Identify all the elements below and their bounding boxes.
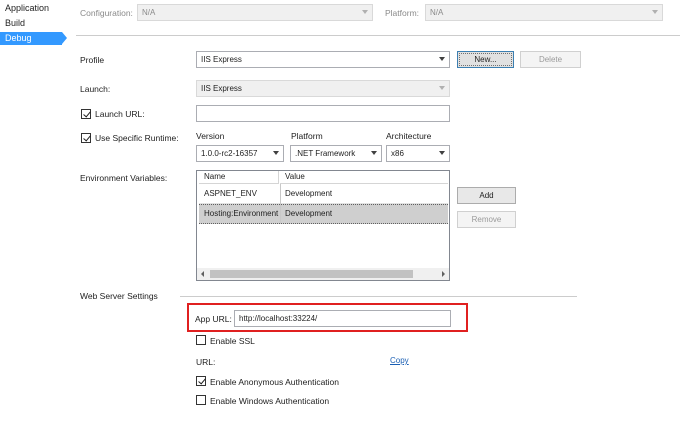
configuration-label: Configuration:: [80, 8, 133, 18]
chevron-down-icon: [439, 57, 445, 61]
app-url-label: App URL:: [195, 314, 232, 324]
version-header: Version: [196, 131, 225, 141]
nav-item-debug[interactable]: Debug: [0, 32, 62, 45]
chevron-down-icon: [652, 10, 658, 14]
web-server-divider: [180, 296, 577, 297]
column-header-name[interactable]: Name: [199, 171, 279, 184]
table-row-value[interactable]: Development: [280, 204, 448, 224]
launch-url-checkbox[interactable]: [81, 109, 91, 119]
enable-ssl-checkbox[interactable]: [196, 335, 206, 345]
launch-label: Launch:: [80, 84, 111, 94]
architecture-header: Architecture: [386, 131, 432, 141]
platform-select[interactable]: N/A: [425, 4, 663, 21]
configuration-select[interactable]: N/A: [137, 4, 373, 21]
environment-variables-label: Environment Variables:: [80, 173, 168, 183]
version-select[interactable]: 1.0.0-rc2-16357: [196, 145, 284, 162]
version-value: 1.0.0-rc2-16357: [201, 149, 258, 158]
checkmark-icon: [197, 376, 206, 385]
web-server-settings-label: Web Server Settings: [80, 291, 158, 301]
launch-value: IIS Express: [201, 84, 242, 93]
checkmark-icon: [82, 109, 91, 118]
architecture-value: x86: [391, 149, 404, 158]
remove-env-var-button[interactable]: Remove: [457, 211, 516, 228]
table-row-name[interactable]: ASPNET_ENV: [199, 184, 280, 204]
scroll-right-icon[interactable]: [442, 271, 445, 277]
profile-label: Profile: [80, 55, 105, 65]
column-header-value[interactable]: Value: [280, 171, 448, 184]
app-url-input[interactable]: http://localhost:33224/: [234, 310, 451, 327]
add-env-var-button[interactable]: Add: [457, 187, 516, 204]
nav-item-build[interactable]: Build: [0, 17, 64, 30]
nav-item-application[interactable]: Application: [0, 2, 64, 15]
architecture-select[interactable]: x86: [386, 145, 450, 162]
configuration-value: N/A: [142, 8, 156, 17]
environment-variables-grid[interactable]: Name Value ASPNET_ENV Development Hostin…: [196, 170, 450, 281]
table-row-name[interactable]: Hosting:Environment: [199, 204, 280, 224]
copy-url-link[interactable]: Copy: [390, 356, 409, 365]
chevron-down-icon: [362, 10, 368, 14]
checkmark-icon: [82, 133, 91, 142]
chevron-down-icon: [371, 151, 377, 155]
column-separator: [280, 184, 281, 224]
profile-select[interactable]: IIS Express: [196, 51, 450, 68]
anonymous-auth-label: Enable Anonymous Authentication: [210, 377, 340, 387]
ssl-url-label: URL:: [196, 357, 216, 367]
windows-auth-label: Enable Windows Authentication: [210, 396, 330, 406]
platform-label: Platform:: [385, 8, 420, 18]
profile-value: IIS Express: [201, 55, 242, 64]
header-divider: [76, 35, 680, 36]
delete-profile-button[interactable]: Delete: [520, 51, 581, 68]
horizontal-scrollbar[interactable]: [197, 268, 449, 280]
scroll-left-icon[interactable]: [201, 271, 204, 277]
chevron-down-icon: [439, 151, 445, 155]
runtime-platform-value: .NET Framework: [295, 149, 356, 158]
use-specific-runtime-label: Use Specific Runtime:: [95, 133, 179, 143]
use-specific-runtime-checkbox[interactable]: [81, 133, 91, 143]
launch-url-input[interactable]: [196, 105, 450, 122]
launch-select[interactable]: IIS Express: [196, 80, 450, 97]
scrollbar-thumb[interactable]: [210, 270, 413, 278]
new-profile-button[interactable]: New...: [457, 51, 514, 68]
anonymous-auth-checkbox[interactable]: [196, 376, 206, 386]
runtime-platform-select[interactable]: .NET Framework: [290, 145, 382, 162]
nav-selected-arrow-icon: [62, 32, 67, 44]
chevron-down-icon: [273, 151, 279, 155]
enable-ssl-label: Enable SSL: [210, 336, 255, 346]
table-row-value[interactable]: Development: [280, 184, 448, 204]
platform-value: N/A: [430, 8, 444, 17]
chevron-down-icon: [439, 86, 445, 90]
runtime-platform-header: Platform: [291, 131, 323, 141]
windows-auth-checkbox[interactable]: [196, 395, 206, 405]
launch-url-label: Launch URL:: [95, 109, 145, 119]
